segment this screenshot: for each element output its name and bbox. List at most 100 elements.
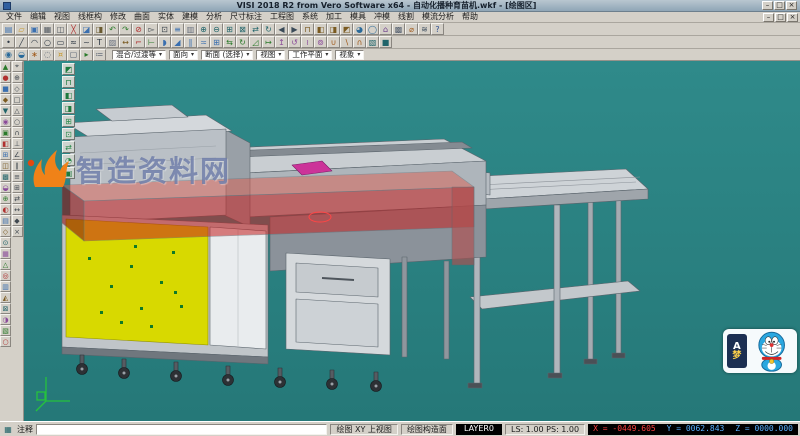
menu-item[interactable]: 帮助 <box>458 12 482 22</box>
fit-view-tool-icon[interactable]: ⊞ <box>62 115 75 127</box>
array-icon[interactable]: ⊞ <box>210 36 223 48</box>
curve-tool-icon[interactable]: ◉ <box>0 116 11 127</box>
snap-swap-icon[interactable]: ⇄ <box>12 193 23 204</box>
layer-manager-icon[interactable]: ≡ <box>171 23 184 35</box>
menu-item[interactable]: 尺寸标注 <box>226 12 266 22</box>
machining-tool-icon[interactable]: ▤ <box>0 215 11 226</box>
side-view-icon[interactable]: ◨ <box>327 23 340 35</box>
previous-view-icon[interactable]: ◀ <box>275 23 288 35</box>
menu-item[interactable]: 工程图 <box>266 12 298 22</box>
intersect-icon[interactable]: ∩ <box>353 36 366 48</box>
measure-tool-icon[interactable]: ◭ <box>0 292 11 303</box>
revolve-icon[interactable]: ↺ <box>288 36 301 48</box>
polyline-icon[interactable]: ≈ <box>67 36 80 48</box>
snap-grid-icon[interactable]: ≡ <box>12 171 23 182</box>
sweep-icon[interactable]: ≀ <box>301 36 314 48</box>
print-icon[interactable]: ▦ <box>41 23 54 35</box>
surface-tool-icon[interactable]: ▣ <box>0 127 11 138</box>
front-view-icon[interactable]: ◧ <box>314 23 327 35</box>
wireframe-view-icon[interactable]: ◯ <box>366 23 379 35</box>
help-tool-icon[interactable]: ○ <box>0 336 11 347</box>
mdi-restore-button[interactable]: □ <box>775 13 786 22</box>
snap-point-icon[interactable]: ⊕ <box>12 72 23 83</box>
zoom-out-icon[interactable]: ⊖ <box>210 23 223 35</box>
view-combo[interactable]: 视图 ▾ <box>256 50 285 60</box>
zoom-window-icon[interactable]: ⊞ <box>223 23 236 35</box>
menu-item[interactable]: 加工 <box>322 12 346 22</box>
top-view-icon[interactable]: ⊓ <box>301 23 314 35</box>
view-info[interactable]: 绘图 XY 上视图 <box>330 424 397 435</box>
iso-view-icon[interactable]: ◩ <box>340 23 353 35</box>
subtract-icon[interactable]: ∖ <box>340 36 353 48</box>
snap-vertex-icon[interactable]: △ <box>12 105 23 116</box>
circle-tool-icon[interactable]: ▼ <box>0 105 11 116</box>
prompt-input[interactable] <box>36 424 327 435</box>
rectangle-icon[interactable]: ▭ <box>54 36 67 48</box>
shell-icon[interactable]: ⊚ <box>314 36 327 48</box>
menu-item[interactable]: 文件 <box>2 12 26 22</box>
render-tool-icon[interactable]: ◎ <box>0 270 11 281</box>
workplane-info[interactable]: 绘图构造面 <box>401 424 453 435</box>
move-icon[interactable]: ⇆ <box>223 36 236 48</box>
line-tool-icon[interactable]: ■ <box>0 83 11 94</box>
annotation-tool-icon[interactable]: ▦ <box>0 248 11 259</box>
snap-endpoint-icon[interactable]: ◇ <box>12 83 23 94</box>
menu-item[interactable]: 修改 <box>106 12 130 22</box>
feature-tool-icon[interactable]: ⊞ <box>0 149 11 160</box>
point-icon[interactable]: • <box>2 36 15 48</box>
select-window-icon[interactable]: ⊡ <box>158 23 171 35</box>
transparency-icon[interactable]: ◌ <box>41 49 54 61</box>
chamfer-icon[interactable]: ◢ <box>171 36 184 48</box>
dimension-icon[interactable]: ↔ <box>119 36 132 48</box>
grid-toggle-icon[interactable]: ▩ <box>392 23 405 35</box>
undo-icon[interactable]: ↶ <box>106 23 119 35</box>
snap-extend-icon[interactable]: ↔ <box>12 204 23 215</box>
view-tool-icon[interactable]: △ <box>0 259 11 270</box>
snap-tangent-icon[interactable]: ∩ <box>12 127 23 138</box>
surface-icon[interactable]: ▧ <box>366 36 379 48</box>
face-combo[interactable]: 面向 ▾ <box>169 50 198 60</box>
mdi-close-button[interactable]: × <box>787 13 798 22</box>
zoom-region-tool-icon[interactable]: ⊡ <box>62 128 75 140</box>
copy-icon[interactable]: ◪ <box>80 23 93 35</box>
wireframe-tool-icon[interactable]: ▲ <box>0 61 11 72</box>
rotate-view-icon[interactable]: ↻ <box>262 23 275 35</box>
minimize-button[interactable]: – <box>762 1 773 10</box>
snap-center-icon[interactable]: ○ <box>12 116 23 127</box>
save-file-icon[interactable]: ▣ <box>28 23 41 35</box>
redo-icon[interactable]: ↷ <box>119 23 132 35</box>
section-view-icon[interactable]: ◒ <box>15 49 28 61</box>
zoom-extents-icon[interactable]: ⊠ <box>236 23 249 35</box>
transform-tool-icon[interactable]: ▩ <box>0 171 11 182</box>
display-settings-icon[interactable]: ≔ <box>93 49 106 61</box>
menu-item[interactable]: 系统 <box>298 12 322 22</box>
dimension-tool-icon[interactable]: ⊙ <box>0 237 11 248</box>
top-view-tool-icon[interactable]: ⊓ <box>62 76 75 88</box>
menu-item[interactable]: 实体 <box>154 12 178 22</box>
trim-icon[interactable]: ⌐ <box>132 36 145 48</box>
snap-perpendicular-icon[interactable]: ⊥ <box>12 138 23 149</box>
options-icon[interactable]: ≋ <box>418 23 431 35</box>
fillet-icon[interactable]: ◗ <box>158 36 171 48</box>
library-tool-icon[interactable]: ⊠ <box>0 303 11 314</box>
extrude-icon[interactable]: ↥ <box>275 36 288 48</box>
menu-item[interactable]: 建模 <box>178 12 202 22</box>
paste-icon[interactable]: ◨ <box>93 23 106 35</box>
snap-parallel-icon[interactable]: ∥ <box>12 160 23 171</box>
spline-icon[interactable]: ~ <box>80 36 93 48</box>
lighting-icon[interactable]: ¤ <box>54 49 67 61</box>
arc-icon[interactable]: ◠ <box>28 36 41 48</box>
assembly-tool-icon[interactable]: ◐ <box>0 204 11 215</box>
render-icon[interactable]: ◉ <box>2 49 15 61</box>
point-tool-icon[interactable]: ● <box>0 72 11 83</box>
pan-icon[interactable]: ⇄ <box>249 23 262 35</box>
front-view-tool-icon[interactable]: ◧ <box>62 89 75 101</box>
menu-item[interactable]: 视图 <box>50 12 74 22</box>
scale-icon[interactable]: ◿ <box>249 36 262 48</box>
snap-angle-icon[interactable]: ∠ <box>12 149 23 160</box>
maximize-button[interactable]: □ <box>774 1 785 10</box>
snap-quadrant-icon[interactable]: ◆ <box>12 215 23 226</box>
workplane-icon[interactable]: ⌂ <box>379 23 392 35</box>
close-button[interactable]: × <box>786 1 797 10</box>
section-tool-icon[interactable]: ▥ <box>0 281 11 292</box>
